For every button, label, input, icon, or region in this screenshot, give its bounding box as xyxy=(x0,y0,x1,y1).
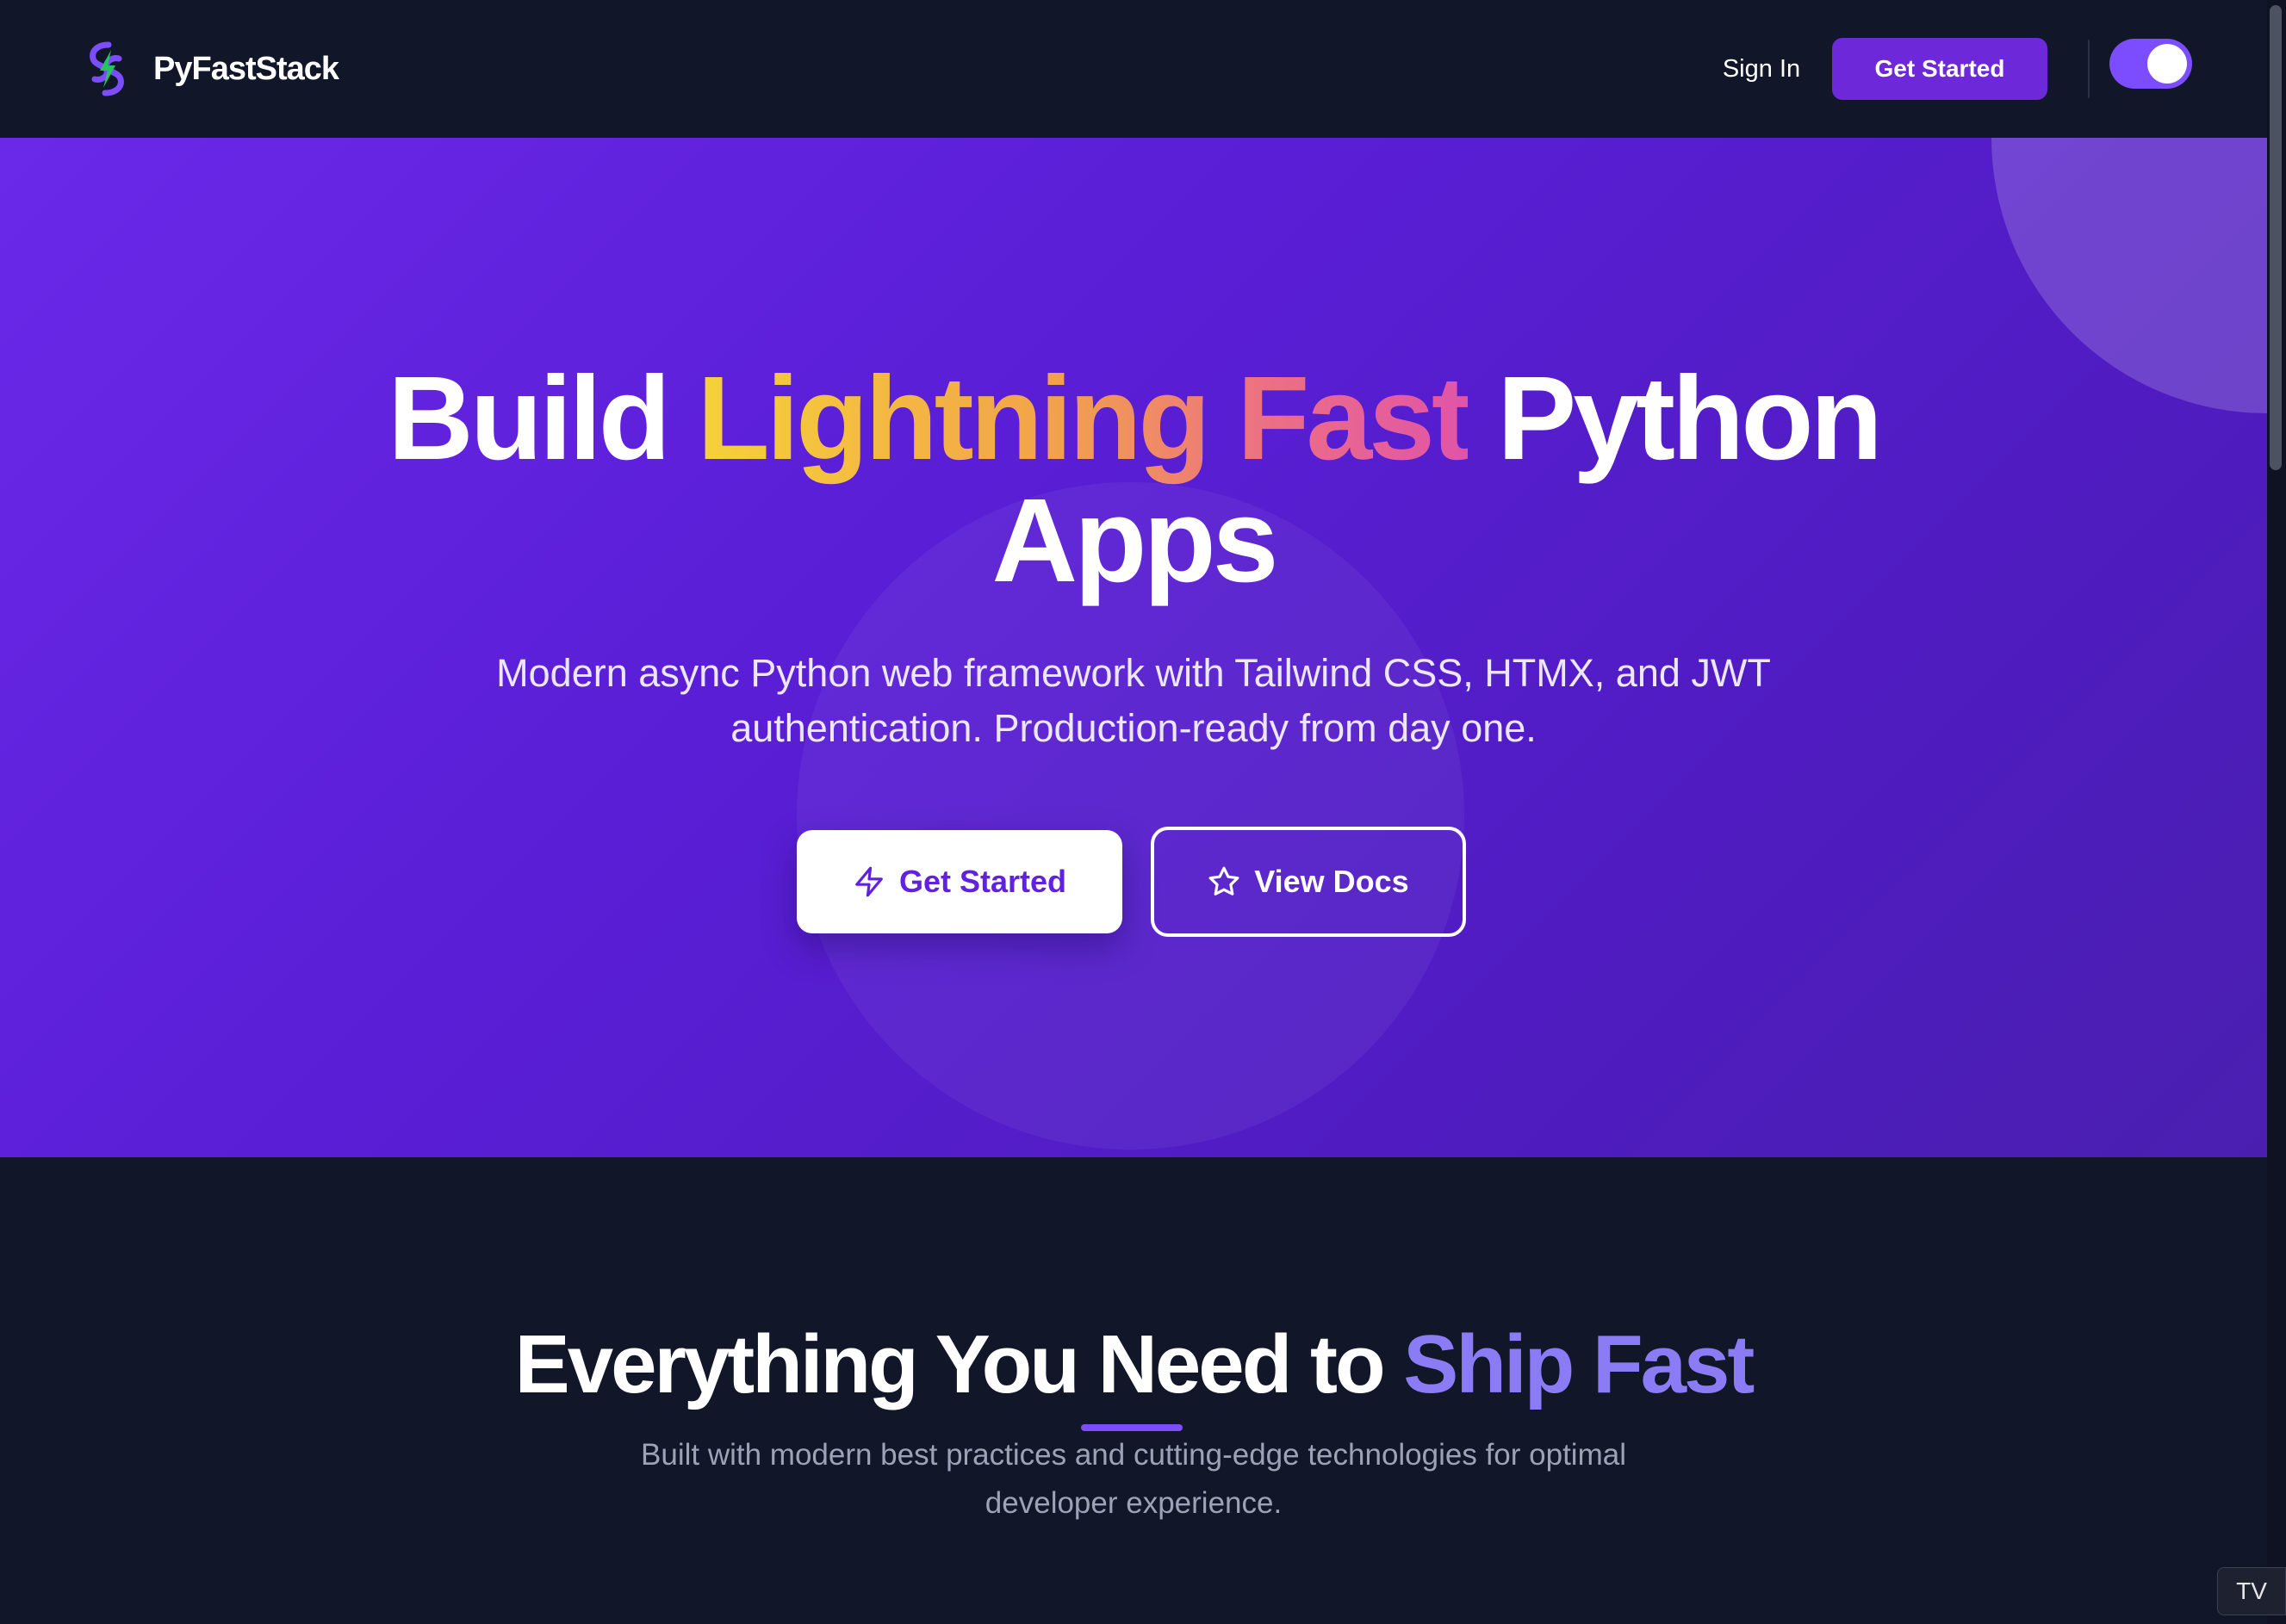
hero-title-part1: Build xyxy=(388,352,698,485)
hero-get-started-button[interactable]: Get Started xyxy=(797,830,1122,933)
view-docs-label: View Docs xyxy=(1254,864,1409,899)
hero-title-highlight: Lightning Fast xyxy=(697,352,1471,485)
hero-title-part2: Python xyxy=(1467,352,1883,485)
features-title: Everything You Need to Ship Fast xyxy=(0,1317,2267,1412)
features-subtitle: Built with modern best practices and cut… xyxy=(641,1438,1626,1520)
brand-name: PyFastStack xyxy=(153,50,339,87)
hero-title: Build Lightning Fast Python Apps xyxy=(0,357,2267,602)
hero-subtitle: Modern async Python web framework with T… xyxy=(496,651,1771,750)
features-title-accent: Ship Fast xyxy=(1403,1318,1755,1410)
scrollbar-thumb[interactable] xyxy=(2270,5,2282,470)
hero-get-started-label: Get Started xyxy=(898,864,1067,899)
theme-toggle-knob xyxy=(2147,44,2187,84)
tv-widget-button[interactable]: TV xyxy=(2217,1567,2286,1615)
hero-title-line2: Apps xyxy=(991,474,1279,607)
brand-link[interactable]: PyFastStack xyxy=(83,40,339,98)
page-scrollbar[interactable] xyxy=(2267,0,2286,1624)
theme-toggle[interactable] xyxy=(2109,39,2192,89)
pyfaststack-logo-icon xyxy=(90,41,124,96)
hero-section: Build Lightning Fast Python Apps Modern … xyxy=(0,138,2267,1157)
lightning-icon xyxy=(855,866,883,897)
features-title-underline xyxy=(1081,1424,1183,1431)
sign-in-link[interactable]: Sign In xyxy=(1688,48,1835,90)
nav-divider xyxy=(2088,40,2090,98)
nav-get-started-button[interactable]: Get Started xyxy=(1832,38,2047,100)
features-title-part1: Everything You Need to xyxy=(514,1318,1404,1410)
navbar: PyFastStack Sign In Get Started xyxy=(0,0,2267,138)
star-icon xyxy=(1208,866,1239,896)
view-docs-button[interactable]: View Docs xyxy=(1151,827,1466,937)
